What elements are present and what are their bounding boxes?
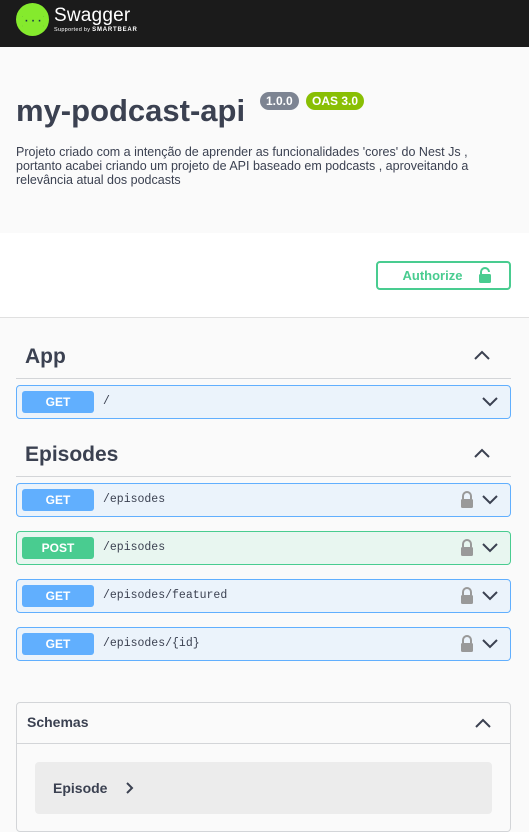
chevron-up-icon[interactable]	[474, 717, 492, 729]
tag-title: Episodes	[25, 443, 119, 466]
operation-get-episode-by-id[interactable]: GET /episodes/{id}	[16, 627, 511, 661]
svg-text:{···}: {···}	[22, 16, 44, 27]
chevron-down-icon[interactable]	[482, 590, 498, 601]
swagger-logo-icon: {···}	[16, 3, 49, 36]
lock-icon[interactable]	[460, 587, 474, 605]
api-description: Projeto criado com a intenção de aprende…	[16, 145, 469, 187]
tag-app[interactable]: App	[16, 335, 511, 379]
tag-episodes[interactable]: Episodes	[16, 433, 511, 477]
chevron-up-icon[interactable]	[473, 349, 491, 361]
chevron-down-icon[interactable]	[482, 638, 498, 649]
oas-badge: OAS 3.0	[306, 92, 365, 110]
schemas-title: Schemas	[27, 714, 89, 730]
supported-by: Supported by SMARTBEAR	[54, 26, 138, 34]
supported-brand: SMARTBEAR	[92, 26, 138, 33]
swagger-logo[interactable]: {···} Swagger Supported by SMARTBEAR	[16, 3, 138, 36]
model-episode[interactable]: Episode	[35, 762, 492, 814]
api-info: my-podcast-api 1.0.0 OAS 3.0 Projeto cri…	[0, 47, 529, 233]
tag-title: App	[25, 345, 66, 368]
lock-icon[interactable]	[460, 539, 474, 557]
lock-icon[interactable]	[460, 635, 474, 653]
chevron-down-icon[interactable]	[482, 542, 498, 553]
method-badge: GET	[22, 633, 94, 655]
method-badge: GET	[22, 391, 94, 413]
chevron-down-icon[interactable]	[482, 494, 498, 505]
authorize-button[interactable]: Authorize	[376, 261, 511, 290]
operation-get-episodes-featured[interactable]: GET /episodes/featured	[16, 579, 511, 613]
operation-path: /episodes	[103, 493, 166, 506]
chevron-right-icon[interactable]	[125, 782, 135, 794]
chevron-up-icon[interactable]	[473, 447, 491, 459]
lock-icon[interactable]	[460, 491, 474, 509]
authorize-label: Authorize	[402, 268, 463, 283]
topbar: {···} Swagger Supported by SMARTBEAR	[0, 0, 529, 47]
unlock-icon	[479, 267, 492, 283]
version-badge: 1.0.0	[260, 92, 299, 110]
schemas-section: Schemas Episode	[16, 702, 511, 832]
operation-path: /episodes	[103, 541, 166, 554]
operation-path: /	[103, 395, 110, 408]
supported-prefix: Supported by	[54, 26, 91, 33]
operation-get-episodes[interactable]: GET /episodes	[16, 483, 511, 517]
method-badge: GET	[22, 585, 94, 607]
operation-path: /episodes/{id}	[103, 637, 200, 650]
api-title: my-podcast-api	[16, 93, 246, 128]
method-badge: GET	[22, 489, 94, 511]
chevron-down-icon[interactable]	[482, 396, 498, 407]
brand-name: Swagger	[54, 4, 131, 26]
model-name: Episode	[53, 780, 108, 796]
scheme-container: Authorize	[0, 233, 529, 318]
schemas-header[interactable]: Schemas	[17, 703, 510, 744]
operation-get-root[interactable]: GET /	[16, 385, 511, 419]
method-badge: POST	[22, 537, 94, 559]
operation-path: /episodes/featured	[103, 589, 228, 602]
operation-post-episodes[interactable]: POST /episodes	[16, 531, 511, 565]
